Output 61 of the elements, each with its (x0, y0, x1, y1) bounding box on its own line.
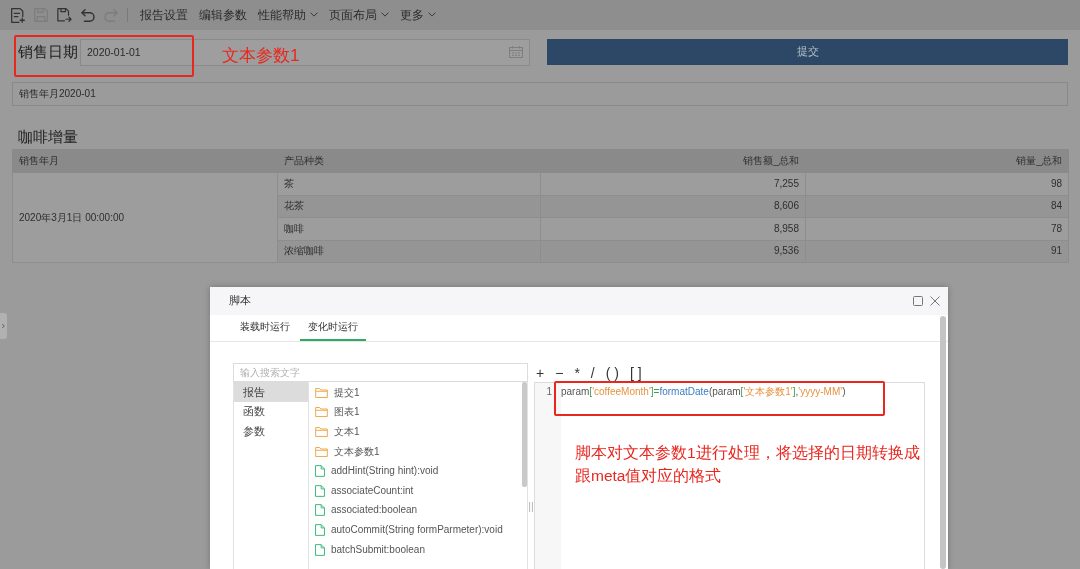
splitter-grip-icon[interactable] (529, 502, 533, 512)
folder-icon (315, 407, 328, 418)
menu-button[interactable]: 更多 (400, 7, 436, 23)
table-cell: 78 (805, 217, 1069, 240)
table-cell: 2020年3月1日 00:00:00 (12, 172, 278, 263)
table-cell: 浓缩咖啡 (277, 240, 541, 263)
table-cell: 9,536 (540, 240, 806, 263)
operator-button[interactable]: [ ] (628, 363, 643, 382)
operator-button[interactable]: + (535, 363, 546, 382)
scrollbar-thumb[interactable] (940, 316, 946, 569)
close-icon[interactable] (930, 296, 940, 306)
document-icon (315, 523, 325, 536)
table-header-cell: 销售年月 (12, 149, 278, 173)
line-number: 1 (545, 385, 553, 399)
table-cell: 8,958 (540, 217, 806, 240)
annotation-text: 脚本对文本参数1进行处理，将选择的日期转换成跟meta值对应的格式 (575, 443, 921, 486)
annotation-text: 文本参数1 (222, 46, 300, 67)
table-cell: 7,255 (540, 172, 806, 195)
menu-button[interactable]: 性能帮助 (258, 7, 318, 23)
document-icon (315, 484, 325, 497)
table-cell: 91 (805, 240, 1069, 263)
table-header-cell: 产品种类 (277, 149, 541, 173)
save-as-icon[interactable] (57, 8, 72, 22)
operator-button[interactable]: / (589, 363, 596, 382)
tab[interactable]: 变化时运行 (300, 315, 366, 341)
table-cell: 花茶 (277, 195, 541, 218)
text-display: 销售年月2020-01 (12, 82, 1068, 106)
menu-button[interactable]: 编辑参数 (199, 7, 247, 23)
operator-button[interactable]: * (573, 363, 581, 382)
calendar-icon[interactable] (509, 45, 523, 58)
dialog-title: 脚本 (229, 294, 251, 308)
document-icon (315, 543, 325, 556)
table-cell: 84 (805, 195, 1069, 218)
operator-button[interactable]: − (554, 363, 565, 382)
menu-button[interactable]: 报告设置 (140, 7, 188, 23)
tab[interactable]: 装载时运行 (232, 315, 298, 341)
report-title: 咖啡增量 (17, 128, 79, 145)
maximize-icon[interactable] (913, 296, 923, 306)
menu-button[interactable]: 页面布局 (329, 7, 389, 23)
code-editor[interactable]: 1 param['coffeeMonth']=formatDate(param['文本参数1'],'yyyy-MM') 脚本对文本参数1进行处理，将选择的日期转换成跟meta值对应的格式 (534, 382, 925, 569)
submit-button[interactable]: 提交 (547, 39, 1068, 65)
side-tab-icon[interactable] (0, 313, 7, 339)
new-document-icon[interactable] (11, 7, 25, 23)
folder-icon (315, 446, 328, 457)
field-label: 销售日期 (18, 43, 79, 61)
table-cell: 98 (805, 172, 1069, 195)
table-header-cell: 销售额_总和 (540, 149, 806, 173)
scrollbar-thumb[interactable] (522, 382, 527, 487)
folder-icon (315, 387, 328, 398)
document-icon (315, 504, 325, 517)
operator-button[interactable]: ( ) (604, 363, 620, 382)
undo-icon[interactable] (81, 8, 95, 22)
table-header-cell: 销量_总和 (805, 149, 1069, 173)
code-line: param['coffeeMonth']=formatDate(param['文本参数1'],'yyyy-MM') (561, 385, 846, 399)
folder-icon (315, 427, 328, 437)
table-cell: 8,606 (540, 195, 806, 218)
search-field[interactable]: 输入搜索文字 (233, 363, 528, 382)
document-icon (315, 465, 325, 478)
category-item[interactable]: 报告 (234, 382, 308, 402)
table-cell: 茶 (277, 172, 541, 195)
table-cell: 咖啡 (277, 217, 541, 240)
